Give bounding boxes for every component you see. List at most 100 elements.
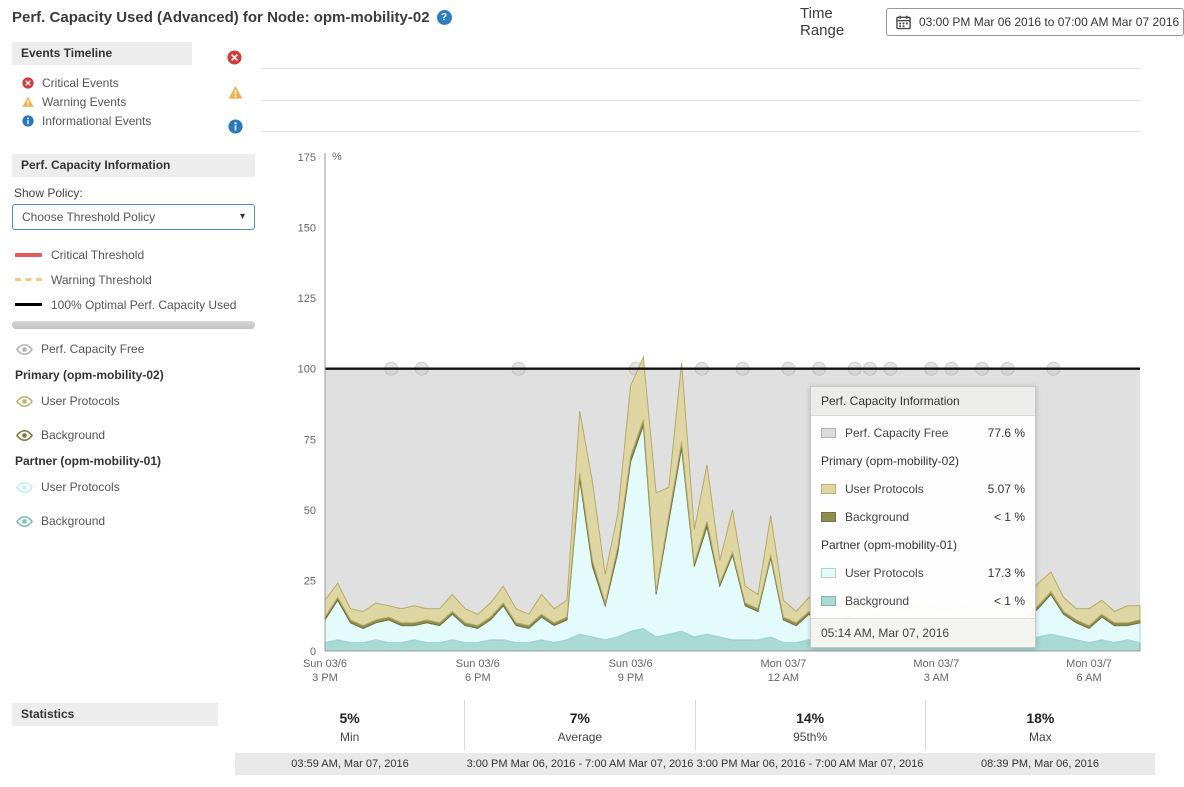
legend-optimal-line: 100% Optimal Perf. Capacity Used [12,292,255,317]
page-header: Perf. Capacity Used (Advanced) for Node:… [12,9,452,26]
critical-threshold-line [15,253,42,257]
series-toggle-label: Background [41,514,105,528]
svg-text:3 AM: 3 AM [924,672,949,684]
info-events-track [262,131,1140,132]
series-group-primary: Primary (opm-mobility-02) [12,365,255,385]
tooltip-label: User Protocols [845,482,924,496]
eye-icon [15,429,34,442]
series-toggle-perf-capacity-free[interactable]: Perf. Capacity Free [12,339,255,359]
stat-average-time: 3:00 PM Mar 06, 2016 - 7:00 AM Mar 07, 2… [465,758,695,770]
stat-value: 18% [926,710,1155,726]
app-root: Perf. Capacity Used (Advanced) for Node:… [0,0,1184,787]
series-toggle-label: User Protocols [41,394,120,408]
stat-value: 7% [465,710,694,726]
legend-warning-threshold: Warning Threshold [12,267,255,292]
scrollbar-thumb[interactable] [12,321,255,329]
free-swatch [821,428,836,438]
legend-critical-threshold: Critical Threshold [12,242,255,267]
critical-event-icon [22,77,34,89]
svg-text:125: 125 [298,293,316,305]
series-toggle-partner-user-protocols[interactable]: User Protocols [12,477,255,497]
svg-text:Mon 03/7: Mon 03/7 [760,658,806,670]
threshold-legend: Critical Threshold Warning Threshold 100… [12,242,255,317]
sidebar: Events Timeline Critical Events Warning … [12,42,255,537]
page-title: Perf. Capacity Used (Advanced) for Node:… [12,9,430,26]
stat-value: 14% [696,710,925,726]
tooltip-body: Perf. Capacity Free 77.6 % Primary (opm-… [811,416,1035,618]
help-icon[interactable] [437,10,452,25]
tooltip-label: Background [845,594,909,608]
warning-threshold-line [15,278,42,281]
legend-label: 100% Optimal Perf. Capacity Used [51,298,236,312]
stat-95th-time: 3:00 PM Mar 06, 2016 - 7:00 AM Mar 07, 2… [695,758,925,770]
critical-events-track [262,68,1140,69]
statistics-table: 5% Min 7% Average 14% 95th% 18% Max 03:5… [235,700,1155,775]
eye-icon [15,343,34,356]
series-toggle-partner-background[interactable]: Background [12,511,255,531]
perf-capacity-info-header: Perf. Capacity Information [12,154,255,177]
series-toggle-primary-background[interactable]: Background [12,425,255,445]
stat-95th: 14% 95th% [695,700,925,750]
svg-text:3 PM: 3 PM [312,672,338,684]
stat-value: 5% [235,710,464,726]
eye-icon [15,481,34,494]
time-range-value: 03:00 PM Mar 06 2016 to 07:00 AM Mar 07 … [919,15,1179,29]
svg-text:150: 150 [298,223,316,235]
legend-warning-events: Warning Events [12,92,255,111]
tooltip-row-primary-background: Background < 1 % [811,503,1035,531]
time-range-picker[interactable]: 03:00 PM Mar 06 2016 to 07:00 AM Mar 07 … [886,8,1184,36]
statistics-values-row: 5% Min 7% Average 14% 95th% 18% Max [235,700,1155,750]
stat-label: Max [926,730,1155,744]
legend-scrollbar[interactable] [12,321,255,329]
stat-min: 5% Min [235,700,464,750]
eye-icon [15,395,34,408]
legend-label: Warning Events [42,95,126,109]
partner-background-swatch [821,596,836,606]
svg-text:6 PM: 6 PM [465,672,491,684]
partner-user-swatch [821,568,836,578]
tooltip-value: < 1 % [994,594,1025,608]
svg-text:175: 175 [298,152,316,164]
stat-label: 95th% [696,730,925,744]
tooltip-title: Perf. Capacity Information [811,387,1035,416]
series-toggle-label: Background [41,428,105,442]
tooltip-group-partner: Partner (opm-mobility-01) [811,531,1035,559]
primary-background-swatch [821,512,836,522]
legend-label: Warning Threshold [51,273,152,287]
stat-label: Average [465,730,694,744]
series-toggle-label: User Protocols [41,480,120,494]
primary-user-swatch [821,484,836,494]
series-toggles: Perf. Capacity Free Primary (opm-mobilit… [12,339,255,531]
statistics-times-row: 03:59 AM, Mar 07, 2016 3:00 PM Mar 06, 2… [235,753,1155,775]
stat-average: 7% Average [464,700,694,750]
tooltip-value: 17.3 % [988,566,1025,580]
tooltip-row-partner-background: Background < 1 % [811,587,1035,615]
info-event-icon [22,115,34,127]
svg-text:6 AM: 6 AM [1077,672,1102,684]
stat-min-time: 03:59 AM, Mar 07, 2016 [235,758,465,770]
time-range-section: Time Range 03:00 PM Mar 06 2016 to 07:00… [800,5,1184,39]
tooltip-value: < 1 % [994,510,1025,524]
legend-informational-events: Informational Events [12,111,255,130]
series-toggle-primary-user-protocols[interactable]: User Protocols [12,391,255,411]
svg-text:Sun 03/6: Sun 03/6 [456,658,500,670]
threshold-policy-select[interactable]: Choose Threshold Policy [12,204,255,230]
tooltip-label: User Protocols [845,566,924,580]
statistics-header: Statistics [12,703,218,726]
tooltip-value: 77.6 % [988,426,1025,440]
chart-tooltip: Perf. Capacity Information Perf. Capacit… [810,386,1036,648]
svg-text:9 PM: 9 PM [618,672,644,684]
legend-critical-events: Critical Events [12,73,255,92]
tooltip-label: Perf. Capacity Free [845,426,948,440]
optimal-line-swatch [15,303,42,306]
time-range-label: Time Range [800,5,872,39]
events-legend: Critical Events Warning Events Informati… [12,73,255,130]
svg-text:Sun 03/6: Sun 03/6 [303,658,347,670]
svg-text:75: 75 [304,434,316,446]
critical-events-track-icon [227,50,242,65]
svg-text:Sun 03/6: Sun 03/6 [609,658,653,670]
tooltip-timestamp: 05:14 AM, Mar 07, 2016 [811,618,1035,647]
info-events-track-icon [228,119,243,134]
events-timeline-header: Events Timeline [12,42,192,65]
series-toggle-label: Perf. Capacity Free [41,342,144,356]
